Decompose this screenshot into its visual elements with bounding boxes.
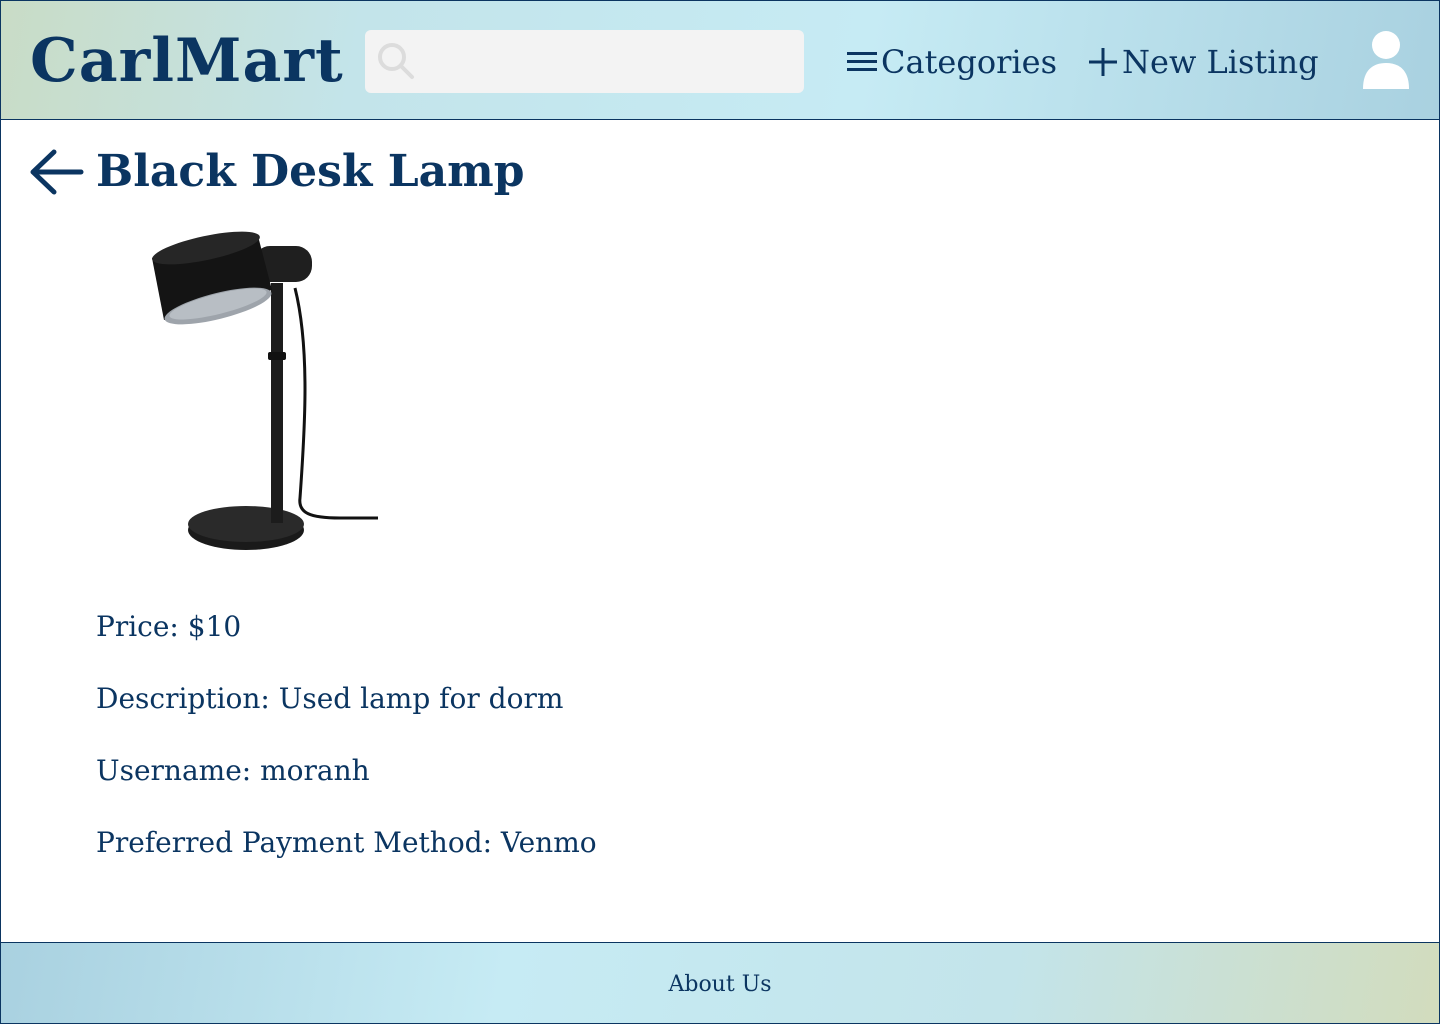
hamburger-menu-icon (847, 52, 877, 71)
top-header: CarlMart Categories New Listing (0, 0, 1440, 120)
listing-price: Price: $10 (96, 610, 242, 643)
listing-title: Black Desk Lamp (96, 146, 525, 197)
site-logo[interactable]: CarlMart (30, 23, 344, 99)
search-icon[interactable] (375, 40, 417, 82)
about-us-link[interactable]: About Us (1, 971, 1439, 999)
back-arrow-icon[interactable] (28, 148, 84, 196)
nav-categories[interactable]: Categories (845, 39, 1057, 85)
nav-new-listing[interactable]: New Listing (1086, 39, 1319, 85)
listing-description: Description: Used lamp for dorm (96, 682, 564, 715)
nav-categories-label: Categories (881, 43, 1057, 81)
listing-payment-method: Preferred Payment Method: Venmo (96, 826, 597, 859)
desk-lamp-photo (152, 231, 378, 550)
page-footer: About Us (0, 942, 1440, 1024)
search-input[interactable] (425, 30, 795, 93)
listing-username: Username: moranh (96, 754, 370, 787)
search-bar[interactable] (365, 30, 804, 93)
nav-new-listing-label: New Listing (1122, 43, 1319, 81)
plus-icon (1089, 48, 1117, 76)
user-avatar-icon[interactable] (1361, 30, 1411, 90)
